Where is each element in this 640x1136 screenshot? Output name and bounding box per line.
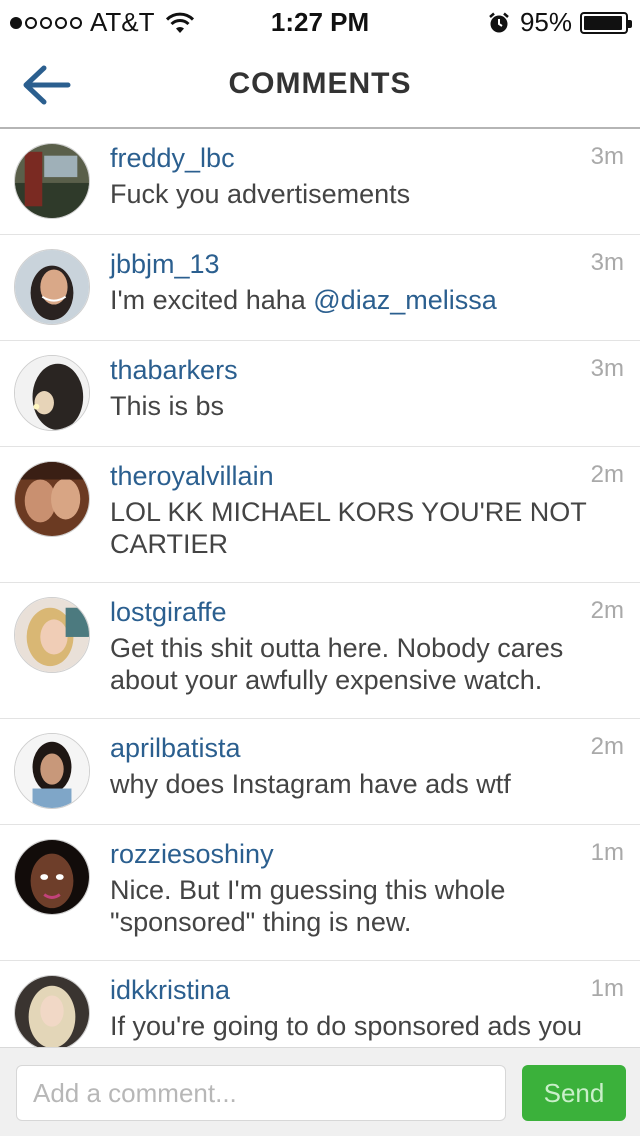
comment-username[interactable]: freddy_lbc xyxy=(110,143,235,174)
status-bar: AT&T 1:27 PM 95% xyxy=(0,0,640,40)
comment-text: Get this shit outta here. Nobody cares a… xyxy=(110,633,564,695)
comment-text: LOL KK MICHAEL KORS YOU'RE NOT CARTIER xyxy=(110,497,587,559)
comment-text: why does Instagram have ads wtf xyxy=(110,769,511,799)
comment-row[interactable]: rozziesoshiny 1m Nice. But I'm guessing … xyxy=(0,825,640,961)
comment-timestamp: 3m xyxy=(590,249,624,276)
comment-username[interactable]: aprilbatista xyxy=(110,733,241,764)
comment-text: If you're going to do sponsored ads you xyxy=(110,1011,582,1041)
status-right: 95% xyxy=(488,7,632,38)
avatar[interactable] xyxy=(14,355,90,431)
comment-text: Nice. But I'm guessing this whole "spons… xyxy=(110,875,506,937)
comment-username[interactable]: lostgiraffe xyxy=(110,597,227,628)
comment-timestamp: 2m xyxy=(590,733,624,760)
comment-row[interactable]: thabarkers 3m This is bs xyxy=(0,341,640,447)
comment-text: This is bs xyxy=(110,391,225,421)
navigation-bar: COMMENTS xyxy=(0,40,640,129)
comment-row[interactable]: theroyalvillain 2m LOL KK MICHAEL KORS Y… xyxy=(0,447,640,583)
comment-timestamp: 2m xyxy=(590,597,624,624)
comment-timestamp: 3m xyxy=(590,143,624,170)
avatar[interactable] xyxy=(14,597,90,673)
comment-row[interactable]: jbbjm_13 3m I'm excited haha @diaz_melis… xyxy=(0,235,640,341)
comment-username[interactable]: theroyalvillain xyxy=(110,461,274,492)
comment-text: I'm excited haha @diaz_melissa xyxy=(110,284,616,316)
comment-input[interactable] xyxy=(16,1065,506,1121)
send-button[interactable]: Send xyxy=(522,1065,626,1121)
comment-timestamp: 3m xyxy=(590,355,624,382)
avatar[interactable] xyxy=(14,143,90,219)
comment-timestamp: 2m xyxy=(590,461,624,488)
mention-link[interactable]: @diaz_melissa xyxy=(313,285,496,315)
avatar[interactable] xyxy=(14,975,90,1047)
comment-row[interactable]: lostgiraffe 2m Get this shit outta here.… xyxy=(0,583,640,719)
comments-list[interactable]: freddy_lbc 3m Fuck you advertisements jb… xyxy=(0,129,640,1047)
comment-row[interactable]: freddy_lbc 3m Fuck you advertisements xyxy=(0,129,640,235)
comment-row[interactable]: aprilbatista 2m why does Instagram have … xyxy=(0,719,640,825)
comment-timestamp: 1m xyxy=(590,839,624,866)
page-title: COMMENTS xyxy=(228,67,412,100)
comment-timestamp: 1m xyxy=(590,975,624,1002)
comment-username[interactable]: idkkristina xyxy=(110,975,230,1006)
battery-percentage: 95% xyxy=(519,7,572,37)
comment-composer: Send xyxy=(0,1047,640,1136)
comment-username[interactable]: thabarkers xyxy=(110,355,238,386)
comment-row[interactable]: idkkristina 1m If you're going to do spo… xyxy=(0,961,640,1047)
comment-text-body: I'm excited haha xyxy=(110,285,314,315)
avatar[interactable] xyxy=(14,839,90,915)
battery-icon xyxy=(580,11,632,34)
comment-text: Fuck you advertisements xyxy=(110,179,411,209)
battery-tip xyxy=(628,19,632,28)
avatar[interactable] xyxy=(14,461,90,537)
alarm-clock-icon xyxy=(489,12,509,32)
avatar[interactable] xyxy=(14,249,90,325)
comment-username[interactable]: rozziesoshiny xyxy=(110,839,274,870)
comment-username[interactable]: jbbjm_13 xyxy=(110,249,220,280)
battery-fill xyxy=(584,15,622,30)
avatar[interactable] xyxy=(14,733,90,809)
